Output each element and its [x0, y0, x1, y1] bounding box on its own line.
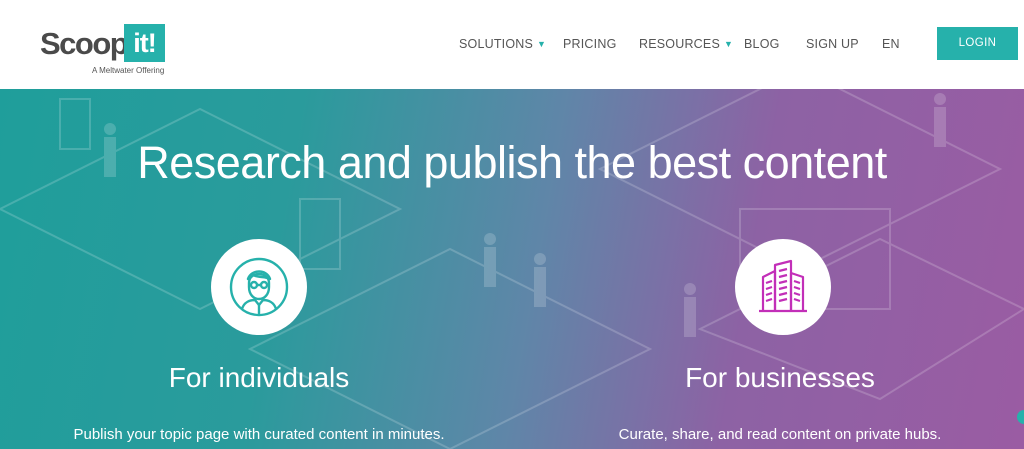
nav-solutions-label: SOLUTIONS: [459, 37, 534, 51]
person-icon: [229, 257, 289, 317]
individuals-heading[interactable]: For individuals: [59, 362, 459, 394]
individuals-description: Publish your topic page with curated con…: [73, 426, 445, 443]
caret-down-icon: ▼: [537, 39, 547, 49]
businesses-heading[interactable]: For businesses: [580, 362, 980, 394]
nav-signup-label: SIGN UP: [806, 37, 859, 51]
nav-blog-label: BLOG: [744, 37, 780, 51]
logo-wordmark: Scoop.: [40, 26, 136, 61]
chat-widget-edge[interactable]: [1017, 410, 1024, 424]
nav-signup[interactable]: SIGN UP: [806, 37, 859, 51]
caret-down-icon: ▼: [723, 39, 734, 49]
logo-badge: it!: [124, 24, 165, 62]
hero-title: Research and publish the best content: [137, 137, 887, 188]
businesses-description: Curate, share, and read content on priva…: [618, 426, 942, 443]
site-header: Scoop. it! A Meltwater Offering SOLUTION…: [0, 0, 1024, 89]
nav-language[interactable]: EN: [882, 37, 900, 51]
nav-pricing-label: PRICING: [563, 37, 617, 51]
businesses-icon-circle[interactable]: [735, 239, 831, 335]
individuals-icon-circle[interactable]: [211, 239, 307, 335]
nav-blog[interactable]: BLOG: [744, 37, 780, 51]
scoopit-logo[interactable]: Scoop. it! A Meltwater Offering: [40, 24, 170, 76]
logo-tagline: A Meltwater Offering: [92, 66, 165, 75]
login-button[interactable]: LOGIN: [937, 27, 1018, 60]
buildings-icon: [759, 259, 807, 313]
hero-section: Research and publish the best content Fo…: [0, 89, 1024, 449]
nav-resources-label: RESOURCES: [639, 37, 720, 51]
nav-pricing[interactable]: PRICING: [563, 37, 617, 51]
nav-language-label: EN: [882, 37, 900, 51]
nav-solutions[interactable]: SOLUTIONS ▼: [459, 37, 546, 51]
nav-resources[interactable]: RESOURCES ▼: [639, 37, 733, 51]
